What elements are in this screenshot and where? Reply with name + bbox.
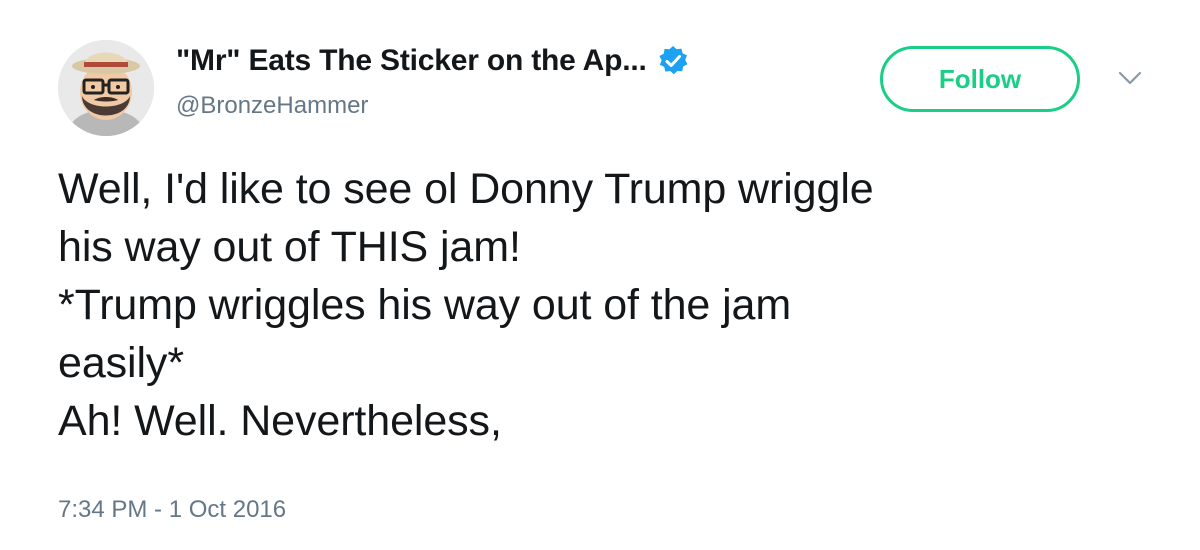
tweet-text: Well, I'd like to see ol Donny Trump wri… (58, 160, 1158, 450)
author-display-name[interactable]: "Mr" Eats The Sticker on the Ap... (176, 44, 647, 78)
avatar[interactable] (58, 40, 154, 136)
tweet-card: "Mr" Eats The Sticker on the Ap... @Bron… (0, 0, 1200, 550)
follow-button[interactable]: Follow (880, 46, 1080, 112)
author-name-row[interactable]: "Mr" Eats The Sticker on the Ap... (176, 44, 689, 78)
chevron-down-icon[interactable] (1118, 70, 1142, 86)
tweet-text-line: Well, I'd like to see ol Donny Trump wri… (58, 165, 874, 213)
tweet-text-line: *Trump wriggles his way out of the jam (58, 281, 792, 329)
tweet-text-line: Ah! Well. Nevertheless, (58, 397, 502, 445)
verified-badge-icon (657, 45, 689, 77)
avatar-illustration (58, 40, 154, 136)
tweet-timestamp[interactable]: 7:34 PM - 1 Oct 2016 (58, 496, 286, 524)
tweet-text-line: his way out of THIS jam! (58, 223, 521, 271)
tweet-text-line: easily* (58, 339, 184, 387)
author-handle[interactable]: @BronzeHammer (176, 92, 368, 120)
